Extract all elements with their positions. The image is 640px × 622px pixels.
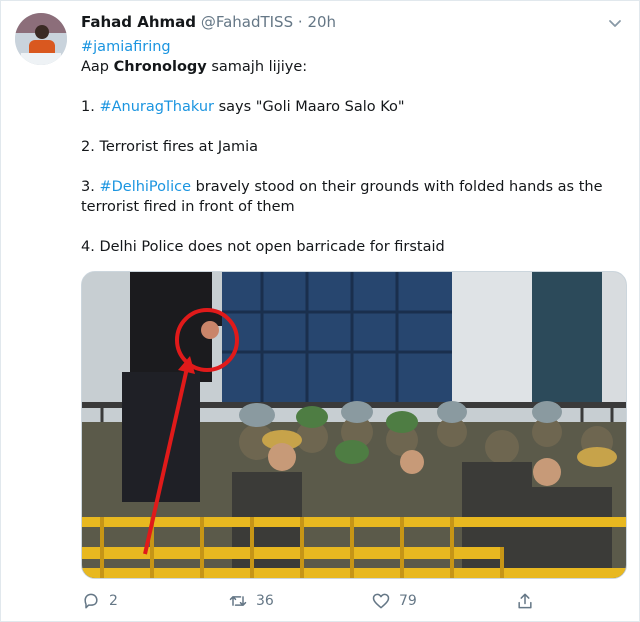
point2-text: 2. Terrorist fires at Jamia xyxy=(81,139,259,155)
separator-dot: · xyxy=(297,13,303,31)
share-button[interactable] xyxy=(515,589,543,613)
reply-button[interactable]: 2 xyxy=(81,589,118,613)
reply-count: 2 xyxy=(109,593,118,609)
tweet-photo[interactable] xyxy=(81,271,627,579)
avatar[interactable] xyxy=(15,13,67,65)
retweet-count: 36 xyxy=(256,593,274,609)
retweet-button[interactable]: 36 xyxy=(228,589,274,613)
author-name[interactable]: Fahad Ahmad xyxy=(81,13,196,31)
like-button[interactable]: 79 xyxy=(371,589,417,613)
intro-text-pre: Aap xyxy=(81,59,114,75)
point1-number: 1. xyxy=(81,99,100,115)
hashtag-jamiafiring[interactable]: #jamiafiring xyxy=(81,39,171,55)
tweet-card[interactable]: Fahad Ahmad @FahadTISS · 20h #jamiafirin… xyxy=(0,0,640,622)
intro-text-bold: Chronology xyxy=(113,59,207,75)
point1-text: says "Goli Maaro Salo Ko" xyxy=(214,99,405,115)
chevron-down-icon[interactable] xyxy=(607,15,623,31)
hashtag-delhipolice[interactable]: #DelhiPolice xyxy=(99,179,191,195)
point4-text: 4. Delhi Police does not open barricade … xyxy=(81,239,445,255)
tweet-text: #jamiafiring Aap Chronology samajh lijiy… xyxy=(81,37,626,257)
intro-text-post: samajh lijiye: xyxy=(206,59,308,75)
point3-number: 3. xyxy=(81,179,100,195)
tweet-actions: 2 36 79 xyxy=(81,589,626,613)
author-handle[interactable]: @FahadTISS xyxy=(201,13,293,31)
tweet-header: Fahad Ahmad @FahadTISS · 20h xyxy=(81,13,609,35)
share-icon xyxy=(518,593,532,609)
hashtag-anuragthakur[interactable]: #AnuragThakur xyxy=(99,99,214,115)
retweet-icon xyxy=(229,596,247,606)
reply-icon xyxy=(84,593,98,609)
like-count: 79 xyxy=(399,593,417,609)
heart-icon xyxy=(372,593,390,609)
tweet-time[interactable]: 20h xyxy=(307,13,336,31)
